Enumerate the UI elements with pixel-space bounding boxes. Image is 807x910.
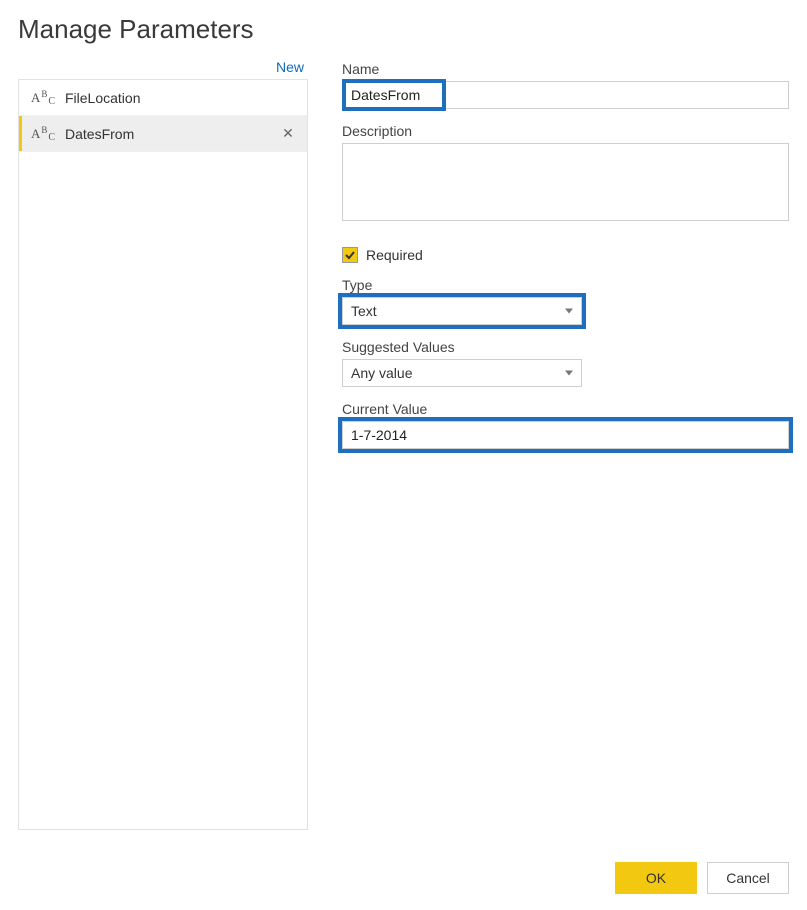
required-checkbox[interactable] [342,247,358,263]
type-select[interactable]: Text [342,297,582,325]
current-value-label: Current Value [342,401,789,417]
description-label: Description [342,123,789,139]
type-label: Type [342,277,789,293]
text-type-icon: ABC [31,127,55,141]
new-parameter-row: New [18,59,308,79]
parameter-list: ABC FileLocation ABC DatesFrom ✕ [18,79,308,830]
parameter-form: Name Description Required Type Text [342,59,789,830]
text-type-icon: ABC [31,91,55,105]
delete-parameter-icon[interactable]: ✕ [279,125,297,142]
dialog-content: New ABC FileLocation ABC DatesFrom ✕ [18,59,789,830]
dialog-title: Manage Parameters [18,14,789,45]
parameter-item-filelocation[interactable]: ABC FileLocation [19,80,307,116]
manage-parameters-dialog: Manage Parameters New ABC FileLocation A… [0,0,807,910]
dialog-footer: OK Cancel [18,830,789,894]
type-select-value: Text [351,303,377,319]
new-parameter-link[interactable]: New [276,59,304,75]
parameter-list-panel: New ABC FileLocation ABC DatesFrom ✕ [18,59,308,830]
required-row: Required [342,247,789,263]
suggested-values-select[interactable]: Any value [342,359,582,387]
cancel-button[interactable]: Cancel [707,862,789,894]
description-input[interactable] [342,143,789,221]
chevron-down-icon [565,371,573,376]
name-label: Name [342,61,789,77]
name-input[interactable] [342,81,789,109]
current-value-input[interactable] [342,421,789,449]
suggested-values-select-value: Any value [351,365,412,381]
parameter-item-label: DatesFrom [65,126,279,142]
suggested-values-label: Suggested Values [342,339,789,355]
name-field-wrap [342,81,789,109]
parameter-item-label: FileLocation [65,90,297,106]
ok-button[interactable]: OK [615,862,697,894]
chevron-down-icon [565,309,573,314]
parameter-item-datesfrom[interactable]: ABC DatesFrom ✕ [19,116,307,152]
required-label: Required [366,247,423,263]
checkmark-icon [344,249,356,261]
